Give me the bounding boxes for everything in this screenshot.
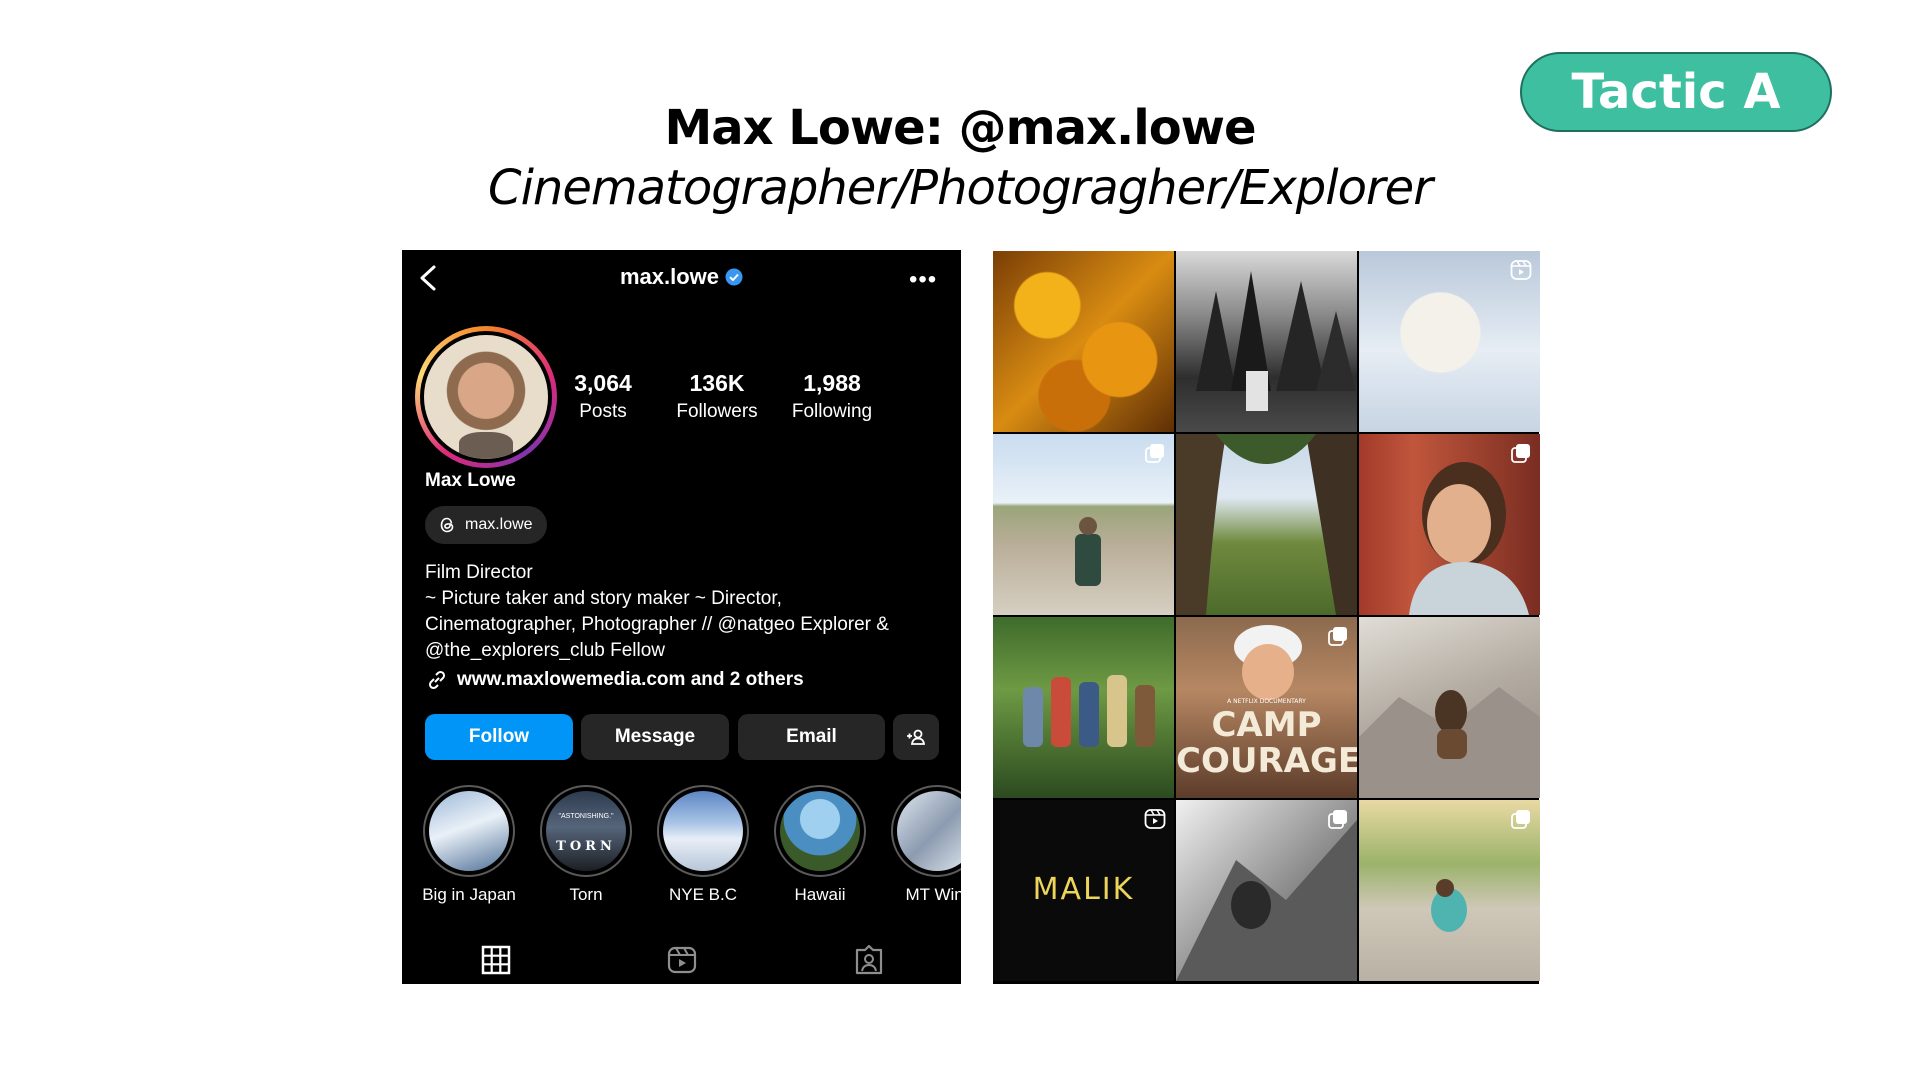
profile-bio: Film Director ~ Picture taker and story … <box>425 560 945 664</box>
avatar <box>424 335 548 459</box>
post-autumn-leaves[interactable] <box>993 251 1174 432</box>
email-button[interactable]: Email <box>738 714 885 760</box>
camp-courage-kicker: A NETFLIX DOCUMENTARY <box>1227 698 1306 705</box>
followers-count: 136K <box>689 370 745 396</box>
torn-highlight-title: TORN <box>556 839 616 854</box>
reels-icon[interactable] <box>666 944 698 976</box>
posts-count: 3,064 <box>574 370 632 396</box>
following-stat[interactable]: 1,988 Following <box>777 370 887 423</box>
highlight-label: NYE B.C <box>668 885 738 904</box>
threads-handle: max.lowe <box>465 516 533 533</box>
post-climber-bw[interactable] <box>1176 800 1357 981</box>
slide-subtitle: Cinematographer/Photogragher/Explorer <box>488 160 1433 216</box>
malik-title: MALIK <box>1032 872 1135 907</box>
reel-icon <box>1144 809 1166 829</box>
add-user-icon <box>907 729 926 745</box>
post-malik[interactable]: MALIK <box>993 800 1174 981</box>
post-forest-bw[interactable] <box>1176 251 1357 432</box>
followers-stat[interactable]: 136K Followers <box>662 370 772 423</box>
verified-badge-icon <box>725 268 743 286</box>
highlight-torn[interactable]: "ASTONISHING." TORN Torn <box>531 785 641 905</box>
threads-link-chip[interactable]: max.lowe <box>425 506 547 544</box>
highlight-label: Big in Japan <box>422 885 516 904</box>
bio-line[interactable]: @the_explorers_club Fellow <box>425 638 945 664</box>
highlight-mt-wint[interactable]: MT Wint <box>882 785 961 905</box>
camp-courage-title: CAMP <box>1211 705 1322 745</box>
profile-tab-bar <box>402 936 961 984</box>
posts-stat[interactable]: 3,064 Posts <box>548 370 658 423</box>
follow-button[interactable]: Follow <box>425 714 573 760</box>
add-user-button[interactable] <box>893 714 939 760</box>
highlight-label: Hawaii <box>794 885 846 904</box>
display-name: Max Lowe <box>425 470 516 491</box>
post-child-portrait[interactable] <box>1359 434 1540 615</box>
post-dirt-road[interactable] <box>993 434 1174 615</box>
camp-courage-title: COURAGE <box>1176 741 1357 781</box>
post-skatepark[interactable] <box>1359 800 1540 981</box>
link-icon <box>428 670 446 690</box>
grid-icon[interactable] <box>480 944 512 976</box>
highlight-nye-bc[interactable]: NYE B.C <box>648 785 758 905</box>
highlight-label: MT Wint <box>905 885 961 904</box>
message-button[interactable]: Message <box>581 714 729 760</box>
highlight-big-in-japan[interactable]: Big in Japan <box>414 785 524 905</box>
more-options-icon[interactable]: ••• <box>909 266 936 293</box>
post-tree-arch[interactable] <box>1176 434 1357 615</box>
slide-title: Max Lowe: @max.lowe <box>664 100 1256 156</box>
highlight-label: Torn <box>569 885 603 904</box>
bio-category: Film Director <box>425 562 533 583</box>
post-kids-forest[interactable] <box>993 617 1174 798</box>
profile-top-bar: max.lowe ••• <box>402 250 961 306</box>
post-climber-rocks[interactable] <box>1359 617 1540 798</box>
post-camp-courage[interactable]: A NETFLIX DOCUMENTARY CAMP COURAGE <box>1176 617 1357 798</box>
website-link-text: www.maxlowemedia.com and 2 others <box>457 669 804 690</box>
reel-icon <box>1510 260 1532 280</box>
bio-line[interactable]: Cinematographer, Photographer // @natgeo… <box>425 612 945 638</box>
following-label: Following <box>791 401 873 422</box>
following-count: 1,988 <box>803 370 861 396</box>
followers-label: Followers <box>676 401 758 422</box>
instagram-post-grid: A NETFLIX DOCUMENTARY CAMP COURAGE MALIK <box>993 251 1540 984</box>
highlight-hawaii[interactable]: Hawaii <box>765 785 875 905</box>
instagram-profile-panel: max.lowe ••• 3,064 Posts 136K Followers … <box>402 250 961 984</box>
threads-icon <box>440 517 454 533</box>
profile-username-header: max.lowe <box>402 264 961 290</box>
tagged-icon[interactable] <box>853 944 885 976</box>
bio-line: ~ Picture taker and story maker ~ Direct… <box>425 588 782 609</box>
profile-website-link[interactable]: www.maxlowemedia.com and 2 others <box>425 668 804 692</box>
posts-label: Posts <box>579 401 627 422</box>
avatar-story-ring[interactable] <box>415 326 557 468</box>
profile-username: max.lowe <box>619 264 720 289</box>
post-polar-bear[interactable] <box>1359 251 1540 432</box>
torn-highlight-tagline: "ASTONISHING." <box>558 813 614 820</box>
